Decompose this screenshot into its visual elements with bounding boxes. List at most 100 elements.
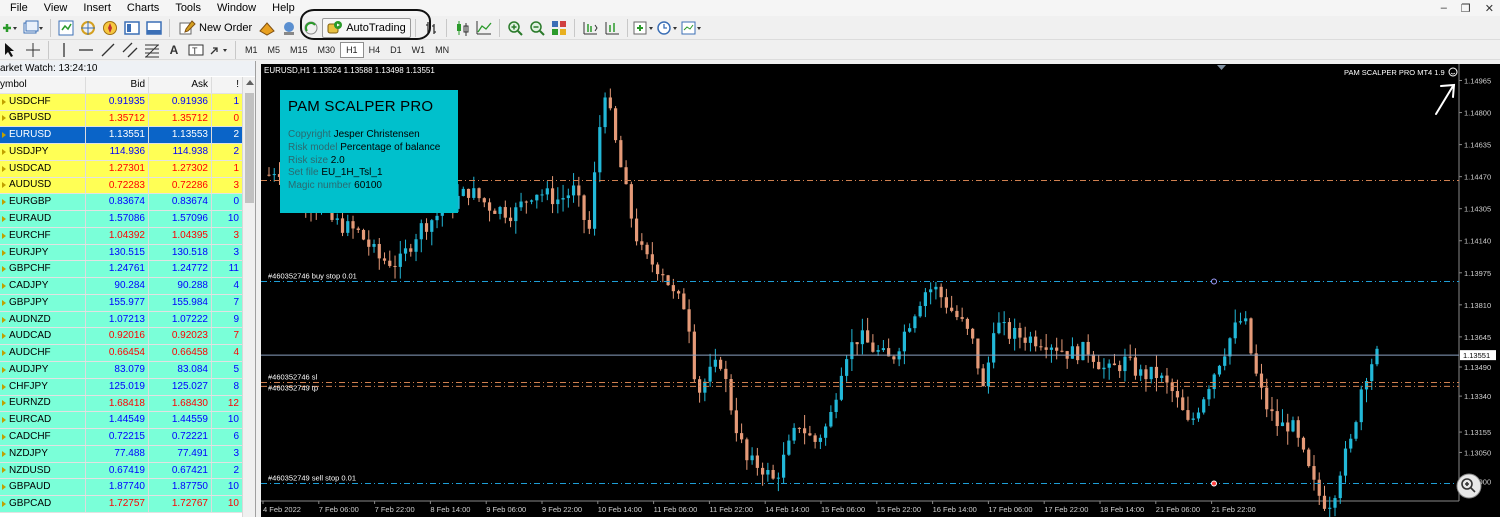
table-row[interactable]: AUDNZD 1.07213 1.07222 9: [0, 311, 242, 329]
table-row[interactable]: CADJPY 90.284 90.288 4: [0, 278, 242, 295]
navigator-icon[interactable]: [100, 18, 120, 38]
timeframe-m30[interactable]: M30: [313, 42, 341, 58]
candle-body: [477, 188, 481, 199]
table-row[interactable]: EURNZD 1.68418 1.68430 12: [0, 395, 242, 413]
zoom-in-icon[interactable]: [505, 18, 525, 38]
bid-cell: 1.13551: [86, 127, 149, 144]
profiles-icon[interactable]: [23, 18, 45, 38]
line-chart-icon[interactable]: [474, 18, 494, 38]
data-window-icon[interactable]: [78, 18, 98, 38]
table-row[interactable]: USDJPY 114.936 114.938 2: [0, 144, 242, 161]
horizontal-line-icon[interactable]: [76, 40, 96, 60]
periods-icon[interactable]: [656, 18, 679, 38]
symbol-name: GBPUSD: [9, 112, 52, 124]
menu-insert[interactable]: Insert: [75, 0, 119, 16]
menu-file[interactable]: File: [0, 0, 36, 16]
close-icon[interactable]: ✕: [1485, 2, 1494, 15]
table-row[interactable]: EURUSD 1.13551 1.13553 2: [0, 127, 242, 145]
candle-body: [1049, 347, 1054, 350]
table-row[interactable]: NZDUSD 0.67419 0.67421 2: [0, 462, 242, 480]
table-row[interactable]: EURCHF 1.04392 1.04395 3: [0, 227, 242, 245]
new-chart-icon[interactable]: [1, 18, 21, 38]
candle-body: [540, 194, 544, 196]
candle-body: [545, 188, 549, 195]
tile-windows-icon[interactable]: [549, 18, 569, 38]
timeframe-d1[interactable]: D1: [385, 42, 407, 58]
text-label-icon[interactable]: T: [186, 40, 206, 60]
candle-body: [634, 218, 639, 242]
market-watch-icon[interactable]: [56, 18, 76, 38]
column-header-symbol[interactable]: ymbol: [0, 77, 86, 93]
candle-body: [356, 228, 360, 230]
scrollbar-thumb[interactable]: [245, 93, 254, 203]
restore-icon[interactable]: ❐: [1461, 2, 1471, 15]
table-row[interactable]: AUDJPY 83.079 83.084 5: [0, 362, 242, 379]
market-watch-scrollbar[interactable]: [242, 77, 255, 517]
table-row[interactable]: GBPJPY 155.977 155.984 7: [0, 294, 242, 312]
auto-scroll-icon[interactable]: [602, 18, 622, 38]
table-row[interactable]: USDCHF 0.91935 0.91936 1: [0, 93, 242, 111]
table-row[interactable]: EURJPY 130.515 130.518 3: [0, 244, 242, 262]
vertical-line-icon[interactable]: [54, 40, 74, 60]
timeframe-w1[interactable]: W1: [407, 42, 431, 58]
minimize-icon[interactable]: –: [1441, 2, 1447, 14]
fibonacci-icon[interactable]: [142, 40, 162, 60]
chart-shift-icon[interactable]: [580, 18, 600, 38]
timeframe-m5[interactable]: M5: [263, 42, 286, 58]
table-row[interactable]: AUDUSD 0.72283 0.72286 3: [0, 177, 242, 195]
table-row[interactable]: EURAUD 1.57086 1.57096 10: [0, 211, 242, 228]
table-row[interactable]: GBPCHF 1.24761 1.24772 11: [0, 261, 242, 279]
meta-editor-icon[interactable]: [257, 18, 277, 38]
table-row[interactable]: CHFJPY 125.019 125.027 8: [0, 378, 242, 396]
table-row[interactable]: EURCAD 1.44549 1.44559 10: [0, 412, 242, 430]
table-row[interactable]: AUDCAD 0.92016 0.92023 7: [0, 328, 242, 346]
candle-body: [734, 410, 738, 434]
candle-body: [550, 188, 555, 205]
menu-charts[interactable]: Charts: [119, 0, 167, 16]
candle-body: [1018, 327, 1022, 338]
table-row[interactable]: GBPUSD 1.35712 1.35712 0: [0, 110, 242, 128]
arrows-icon[interactable]: [208, 40, 230, 60]
info-value: Jesper Christensen: [333, 129, 420, 140]
table-row[interactable]: CADCHF 0.72215 0.72221 6: [0, 429, 242, 446]
info-row-magic-number: Magic number 60100: [288, 180, 450, 193]
strategy-tester-icon[interactable]: [144, 18, 164, 38]
menu-window[interactable]: Window: [209, 0, 264, 16]
timeframe-m1[interactable]: M1: [240, 42, 263, 58]
scroll-up-icon[interactable]: [246, 80, 254, 85]
crosshair-icon[interactable]: [23, 40, 43, 60]
table-row[interactable]: EURGBP 0.83674 0.83674 0: [0, 194, 242, 212]
signals-icon[interactable]: [279, 18, 299, 38]
timeframe-mn[interactable]: MN: [430, 42, 454, 58]
table-row[interactable]: NZDJPY 77.488 77.491 3: [0, 445, 242, 463]
timeframe-m15[interactable]: M15: [285, 42, 313, 58]
equidistant-channel-icon[interactable]: [120, 40, 140, 60]
candle-body: [1223, 356, 1227, 366]
candlesticks-icon[interactable]: [452, 18, 472, 38]
time-axis-label: 21 Feb 06:00: [1156, 505, 1200, 514]
menu-view[interactable]: View: [36, 0, 76, 16]
cursor-icon[interactable]: [1, 40, 21, 60]
candle-body: [561, 198, 565, 200]
candle-body: [613, 108, 618, 141]
new-order-button[interactable]: New Order: [174, 18, 256, 38]
trendline-icon[interactable]: [98, 40, 118, 60]
templates-icon[interactable]: [681, 18, 703, 38]
table-row[interactable]: GBPAUD 1.87740 1.87750 10: [0, 479, 242, 497]
column-header-spread[interactable]: !: [212, 77, 242, 93]
terminal-icon[interactable]: [122, 18, 142, 38]
table-row[interactable]: AUDCHF 0.66454 0.66458 4: [0, 345, 242, 363]
menu-tools[interactable]: Tools: [167, 0, 209, 16]
table-row[interactable]: GBPCAD 1.72757 1.72767 10: [0, 496, 242, 513]
timeframe-h4[interactable]: H4: [364, 42, 386, 58]
column-header-bid[interactable]: Bid: [86, 77, 149, 93]
text-icon[interactable]: A: [164, 40, 184, 60]
symbol-cell: NZDUSD: [0, 462, 86, 479]
table-row[interactable]: USDCAD 1.27301 1.27302 1: [0, 160, 242, 178]
menu-help[interactable]: Help: [264, 0, 303, 16]
indicators-icon[interactable]: [633, 18, 655, 38]
zoom-out-icon[interactable]: [527, 18, 547, 38]
candle-body: [955, 310, 959, 318]
column-header-ask[interactable]: Ask: [149, 77, 212, 93]
timeframe-h1[interactable]: H1: [340, 41, 364, 58]
